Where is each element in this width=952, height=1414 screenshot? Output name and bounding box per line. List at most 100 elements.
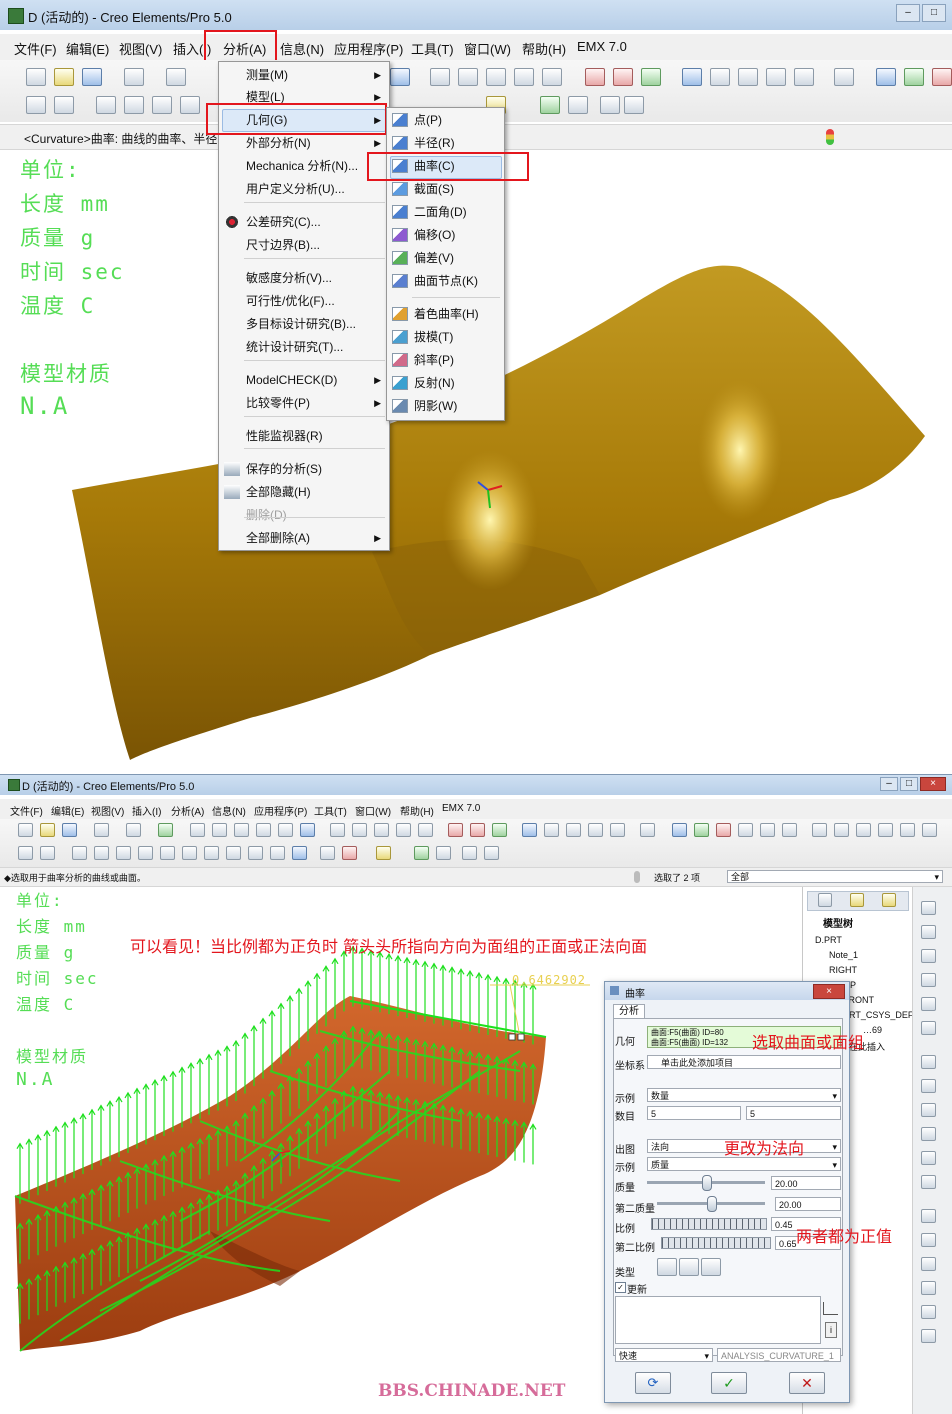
- analysis-icon-b6[interactable]: [270, 846, 285, 860]
- geometry-submenu-item[interactable]: 阴影(W): [387, 395, 504, 417]
- scale2-slider[interactable]: [661, 1237, 771, 1249]
- menu-emx[interactable]: EMX 7.0: [577, 39, 627, 54]
- quality-slider-thumb[interactable]: [702, 1175, 712, 1191]
- quality2-slider-thumb[interactable]: [707, 1196, 717, 1212]
- analysis-menu-item[interactable]: 删除(D): [219, 504, 389, 526]
- curve-tool-icon[interactable]: [766, 68, 786, 86]
- analysis-menu-item[interactable]: ModelCHECK(D) ▶: [219, 369, 389, 391]
- search-icon-b[interactable]: [484, 846, 499, 860]
- analysis-menu-item[interactable]: Mechanica 分析(N)...: [219, 155, 389, 177]
- cancel-button[interactable]: ✕: [789, 1372, 825, 1394]
- analysis-icon-b2[interactable]: [182, 846, 197, 860]
- menu-view-b[interactable]: 视图(V): [91, 803, 124, 818]
- spin-center-icon[interactable]: [613, 68, 633, 86]
- sketch-tool-icon-b[interactable]: [522, 823, 537, 837]
- show-icon-b[interactable]: [856, 823, 871, 837]
- plane-tool-icon-b[interactable]: [544, 823, 559, 837]
- filter-select[interactable]: 全部: [727, 870, 943, 883]
- new-file-icon[interactable]: [26, 68, 46, 86]
- geometry-submenu-item[interactable]: 拔模(T): [387, 326, 504, 348]
- type-comb-icon-2[interactable]: [679, 1258, 699, 1276]
- geometry-submenu-item[interactable]: 二面角(D): [387, 201, 504, 223]
- feature-icon-10[interactable]: [921, 1127, 936, 1141]
- analysis-icon-b3[interactable]: [204, 846, 219, 860]
- dialog-close-button[interactable]: ×: [813, 984, 845, 999]
- favorites-tab-icon[interactable]: [882, 893, 896, 907]
- analysis-icon-b7[interactable]: [320, 846, 335, 860]
- geometry-submenu-item[interactable]: 偏移(O): [387, 224, 504, 246]
- save-icon-b[interactable]: [62, 823, 77, 837]
- curvature-analysis-icon-b[interactable]: [292, 846, 307, 860]
- quality-value-field[interactable]: 20.00: [771, 1176, 841, 1190]
- point-tool-icon[interactable]: [794, 68, 814, 86]
- view-icon-b4[interactable]: [256, 823, 271, 837]
- annotation-display-icon-b[interactable]: [418, 823, 433, 837]
- menu-edit-b[interactable]: 编辑(E): [51, 803, 84, 818]
- feature-icon-5[interactable]: [921, 997, 936, 1011]
- menu-window[interactable]: 窗口(W): [464, 39, 511, 58]
- menu-file-b[interactable]: 文件(F): [10, 803, 43, 818]
- axis-tool-icon[interactable]: [738, 68, 758, 86]
- new-file-icon-b[interactable]: [18, 823, 33, 837]
- layer-icon-b[interactable]: [812, 823, 827, 837]
- regenerate-icon-b[interactable]: [158, 823, 173, 837]
- measure-tool-icon[interactable]: [26, 96, 46, 114]
- menu-window-b[interactable]: 窗口(W): [355, 803, 391, 818]
- feature-icon-9[interactable]: [921, 1103, 936, 1117]
- menu-applications-b[interactable]: 应用程序(P): [254, 803, 307, 818]
- tool-icon-b6[interactable]: [922, 823, 937, 837]
- tool-icon-b5[interactable]: [900, 823, 915, 837]
- analysis-menu-item[interactable]: 多目标设计研究(B)...: [219, 313, 389, 335]
- open-file-icon[interactable]: [54, 68, 74, 86]
- spin-center-icon-b[interactable]: [470, 823, 485, 837]
- tool-icon-b4[interactable]: [878, 823, 893, 837]
- menu-emx-b[interactable]: EMX 7.0: [442, 803, 480, 814]
- csys-collector[interactable]: 单击此处添加项目: [647, 1055, 841, 1069]
- analysis-menu-item[interactable]: 比较零件(P) ▶: [219, 392, 389, 414]
- view-icon-b3[interactable]: [234, 823, 249, 837]
- mode-select[interactable]: 快速: [615, 1348, 713, 1363]
- point-display-icon-b[interactable]: [374, 823, 389, 837]
- section-tool-icon-b[interactable]: [72, 846, 87, 860]
- appearance-icon[interactable]: [585, 68, 605, 86]
- feature-icon-4[interactable]: [921, 973, 936, 987]
- angle-tool-icon-b[interactable]: [116, 846, 131, 860]
- geometry-submenu-item[interactable]: 斜率(P): [387, 349, 504, 371]
- csys-display-icon[interactable]: [514, 68, 534, 86]
- model-tree-icon[interactable]: [540, 96, 560, 114]
- view-icon-b6[interactable]: [300, 823, 315, 837]
- tool-icon-b2[interactable]: [760, 823, 775, 837]
- regenerate-icon[interactable]: [600, 96, 620, 114]
- menu-help[interactable]: 帮助(H): [522, 39, 566, 58]
- redo-icon-b[interactable]: [126, 823, 141, 837]
- layer-icon[interactable]: [568, 96, 588, 114]
- menu-help-b[interactable]: 帮助(H): [400, 803, 434, 818]
- analysis-icon-b1[interactable]: [160, 846, 175, 860]
- tool-icon-b1[interactable]: [738, 823, 753, 837]
- point-tool-icon-b[interactable]: [610, 823, 625, 837]
- tree-item-csys[interactable]: PRT_CSYS_DEF: [843, 1010, 913, 1020]
- maximize-button-bottom[interactable]: □: [900, 777, 918, 791]
- feature-icon-3[interactable]: [921, 949, 936, 963]
- csys-tool-icon-b[interactable]: [640, 823, 655, 837]
- view-icon-b2[interactable]: [212, 823, 227, 837]
- menu-tools-b[interactable]: 工具(T): [314, 803, 347, 818]
- feature-icon-12[interactable]: [921, 1175, 936, 1189]
- section-tool-icon[interactable]: [96, 96, 116, 114]
- sample-select[interactable]: 数量: [647, 1088, 841, 1103]
- menu-info-b[interactable]: 信息(N): [212, 803, 246, 818]
- view-orient-icon[interactable]: [390, 68, 410, 86]
- view-icon-b1[interactable]: [190, 823, 205, 837]
- sphere-icon-b[interactable]: [376, 846, 391, 860]
- view-icon-b5[interactable]: [278, 823, 293, 837]
- point-display-icon[interactable]: [486, 68, 506, 86]
- analysis-menu-item[interactable]: 统计设计研究(T)...: [219, 336, 389, 358]
- chart-icon[interactable]: [823, 1302, 838, 1315]
- menu-file[interactable]: 文件(F): [14, 39, 57, 58]
- analysis-menu-item[interactable]: 用户定义分析(U)...: [219, 178, 389, 200]
- update-checkbox[interactable]: ✓: [615, 1282, 626, 1293]
- tree-item-part[interactable]: D.PRT: [815, 935, 842, 945]
- scale-slider[interactable]: [651, 1218, 767, 1230]
- mass-tool-icon[interactable]: [180, 96, 200, 114]
- view-manager-icon-b[interactable]: [492, 823, 507, 837]
